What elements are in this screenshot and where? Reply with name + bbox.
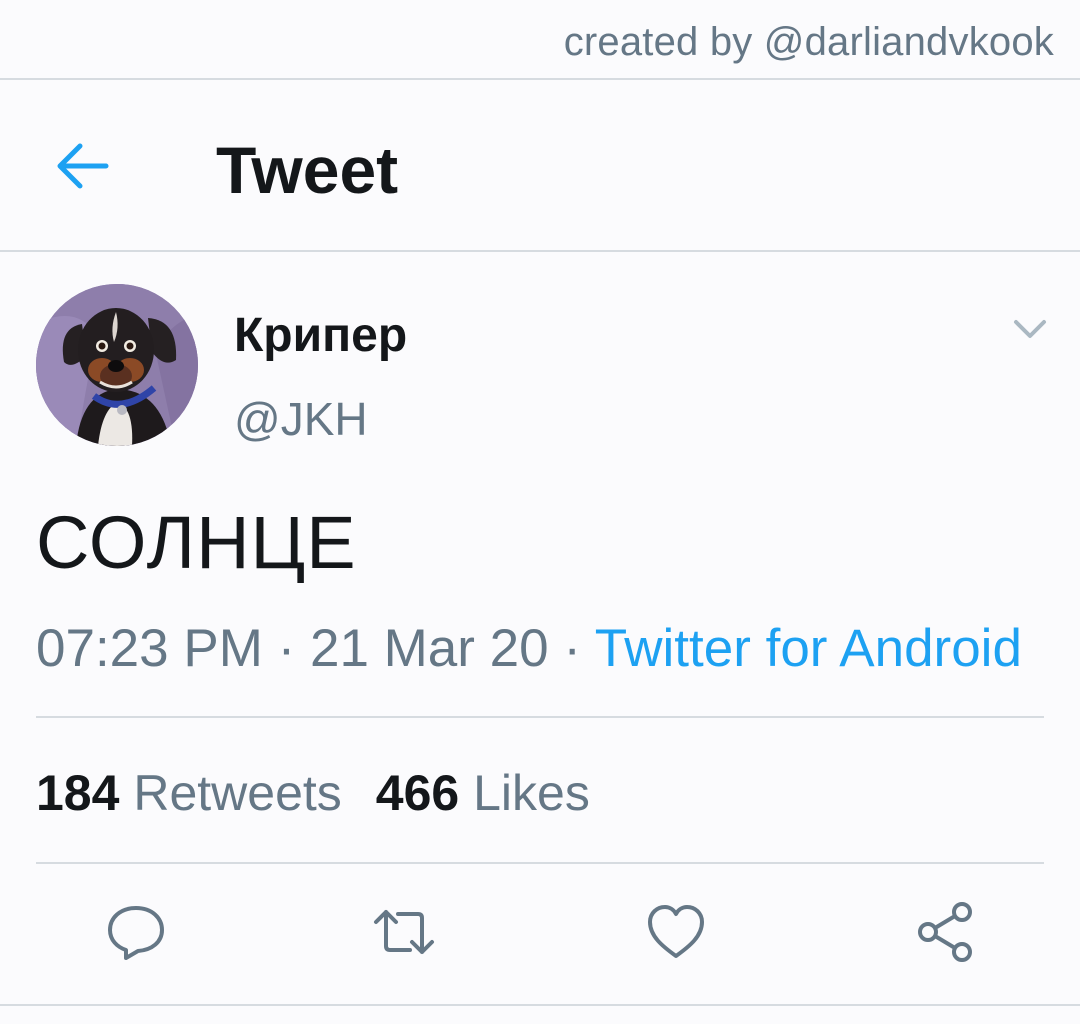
- likes-count: 466: [375, 765, 460, 821]
- credit-watermark: created by @darliandvkook: [563, 20, 1054, 64]
- avatar[interactable]: [36, 284, 198, 446]
- dog-avatar-image: [36, 284, 198, 446]
- meta-separator: ·: [277, 619, 296, 678]
- retweets-count: 184: [36, 765, 120, 821]
- share-button[interactable]: [914, 900, 978, 964]
- arrow-left-icon: [57, 143, 109, 189]
- like-icon: [648, 905, 704, 958]
- tweet-stats: 184 Retweets 466 Likes: [36, 764, 590, 822]
- tweet-options-button[interactable]: [1010, 312, 1050, 348]
- chevron-down-icon: [1014, 320, 1046, 338]
- meta-separator: ·: [563, 619, 582, 678]
- reply-button[interactable]: [104, 900, 168, 964]
- divider: [36, 716, 1044, 718]
- retweets-label: Retweets: [133, 765, 342, 821]
- page-title: Tweet: [216, 133, 399, 207]
- share-icon: [918, 902, 972, 962]
- retweet-icon: [374, 910, 434, 954]
- likes-stat[interactable]: 466 Likes: [376, 765, 590, 821]
- retweet-button[interactable]: [372, 900, 436, 964]
- divider: [36, 862, 1044, 864]
- retweets-stat[interactable]: 184 Retweets: [36, 765, 342, 821]
- tweet-meta: 07:23 PM · 21 Mar 20 · Twitter for Andro…: [36, 618, 1022, 679]
- reply-icon: [108, 906, 164, 960]
- tweet-text: СОЛНЦЕ: [36, 501, 357, 584]
- tweet-source-link[interactable]: Twitter for Android: [595, 619, 1022, 678]
- like-button[interactable]: [644, 900, 708, 964]
- author-display-name[interactable]: Крипер: [234, 308, 407, 363]
- likes-label: Likes: [473, 765, 590, 821]
- tweet-detail-screen: created by @darliandvkook Tweet Крипер @…: [0, 0, 1080, 1024]
- tweet-time: 07:23 PM: [36, 619, 263, 678]
- tweet-date: 21 Mar 20: [309, 619, 549, 678]
- back-button[interactable]: [50, 136, 114, 196]
- credit-bar: created by @darliandvkook: [0, 0, 1080, 80]
- app-header: Tweet: [0, 80, 1080, 252]
- bottom-divider: [0, 1004, 1080, 1006]
- author-handle[interactable]: @JKH: [234, 392, 368, 446]
